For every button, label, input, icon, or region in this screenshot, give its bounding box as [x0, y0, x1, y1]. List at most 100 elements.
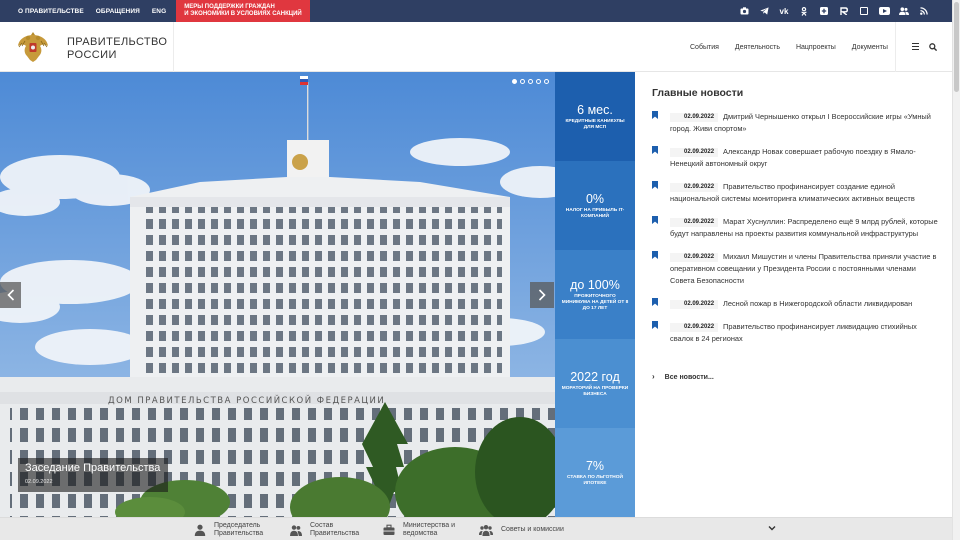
logo-line-2: РОССИИ [67, 48, 117, 61]
logo-line-1: ПРАВИТЕЛЬСТВО [67, 36, 168, 48]
nav-activity[interactable]: Деятельность [727, 44, 788, 51]
news-date: 02.09.2022 [670, 113, 719, 122]
slide-caption[interactable]: Заседание Правительства 02.09.2022 [18, 458, 168, 492]
quick-link-cabinet[interactable]: Состав Правительства [290, 521, 359, 538]
bookmark-icon [652, 146, 658, 154]
hero-slider[interactable]: ДОМ ПРАВИТЕЛЬСТВА РОССИЙСКОЙ ФЕДЕРАЦИИ [0, 72, 555, 517]
slide-caption-title: Заседание Правительства [25, 462, 161, 474]
slide-dot[interactable] [536, 79, 541, 84]
bookmark-icon [652, 181, 658, 189]
top-link-about[interactable]: О ПРАВИТЕЛЬСТВЕ [0, 8, 90, 15]
slider-next-button[interactable] [530, 282, 554, 308]
stat-value: 0% [585, 191, 605, 206]
quick-link-line-1: Министерства и [403, 522, 456, 529]
all-news-link[interactable]: › Все новости... [652, 372, 714, 381]
stat-tile-child-benefit[interactable]: до 100% ПРОЖИТОЧНОГО МИНИМУМА НА ДЕТЕЙ О… [555, 250, 635, 339]
briefcase-icon [383, 524, 395, 535]
nav-documents[interactable]: Документы [844, 44, 896, 51]
slide-caption-date: 02.09.2022 [25, 479, 53, 485]
quick-link-line-1: Состав [310, 522, 334, 529]
stat-tile-it-tax[interactable]: 0% НАЛОГ НА ПРИБЫЛЬ IT-КОМПАНИЙ [555, 161, 635, 250]
news-date: 02.09.2022 [670, 218, 719, 227]
quick-link-line-2: Правительства [310, 529, 360, 537]
stat-caption: МОРАТОРИЙ НА ПРОВЕРКИ БИЗНЕСА [561, 385, 629, 397]
nav-national-projects[interactable]: Нацпроекты [788, 44, 844, 51]
stat-caption: КРЕДИТНЫЕ КАНИКУЛЫ ДЛЯ МСП [565, 118, 625, 130]
building-sign: ДОМ ПРАВИТЕЛЬСТВА РОССИЙСКОЙ ФЕДЕРАЦИИ [108, 394, 385, 406]
slide-dot[interactable] [528, 79, 533, 84]
stat-tile-mortgage-rate[interactable]: 7% СТАВКА ПО ЛЬГОТНОЙ ИПОТЕКЕ [555, 428, 635, 517]
bookmark-icon [652, 251, 658, 259]
news-date: 02.09.2022 [670, 300, 719, 309]
search-icon[interactable] [929, 43, 937, 51]
scrollbar-thumb[interactable] [954, 2, 959, 92]
news-date: 02.09.2022 [670, 323, 719, 332]
people-icon[interactable] [894, 0, 914, 22]
nav-divider [895, 22, 896, 72]
promo-line-1: МЕРЫ ПОДДЕРЖКИ ГРАЖДАН [184, 4, 275, 10]
people-icon [479, 524, 493, 536]
quick-link-chairman[interactable]: Председатель Правительства [194, 521, 263, 538]
chevron-down-icon[interactable] [768, 524, 776, 532]
bookmark-icon [652, 111, 658, 119]
news-headline[interactable]: Лесной пожар в Нижегородской области лик… [723, 299, 912, 308]
rutube-icon[interactable] [834, 0, 854, 22]
news-date: 02.09.2022 [670, 183, 719, 192]
main-news-panel: Главные новости 02.09.2022 Дмитрий Черныш… [636, 72, 952, 517]
site-logo-text[interactable]: ПРАВИТЕЛЬСТВО РОССИИ [67, 36, 167, 61]
bottom-quick-links: Председатель Правительства Состав Правител… [0, 517, 952, 540]
quick-link-ministries[interactable]: Министерства и ведомства [383, 521, 455, 538]
bookmark-icon [652, 216, 658, 224]
rss-icon[interactable] [914, 0, 934, 22]
group-icon [290, 524, 302, 536]
youtube-icon[interactable] [874, 0, 894, 22]
camera-icon[interactable] [734, 0, 754, 22]
chevron-right-icon: › [652, 372, 655, 381]
slide-dot[interactable] [544, 79, 549, 84]
social-links: vk [734, 0, 952, 22]
stat-caption: СТАВКА ПО ЛЬГОТНОЙ ИПОТЕКЕ [567, 474, 623, 486]
stat-value: до 100% [570, 277, 620, 292]
quick-link-line-2: ведомства [403, 529, 438, 537]
stat-tile-credit-holidays[interactable]: 6 мес. КРЕДИТНЫЕ КАНИКУЛЫ ДЛЯ МСП [555, 72, 635, 161]
support-measures-column: 6 мес. КРЕДИТНЫЕ КАНИКУЛЫ ДЛЯ МСП 0% НАЛ… [555, 72, 635, 517]
bookmark-icon [652, 321, 658, 329]
quick-link-line-1: Советы и комиссии [501, 525, 564, 533]
news-date: 02.09.2022 [670, 253, 719, 262]
all-news-label: Все новости... [664, 374, 714, 381]
odnoklassniki-icon[interactable] [794, 0, 814, 22]
quick-link-councils[interactable]: Советы и комиссии [479, 521, 564, 538]
government-house-photo: ДОМ ПРАВИТЕЛЬСТВА РОССИЙСКОЙ ФЕДЕРАЦИИ [0, 72, 555, 517]
slider-dots [512, 79, 552, 84]
chevron-left-icon [6, 289, 14, 301]
page-scrollbar[interactable] [952, 0, 960, 540]
stat-tile-inspection-moratorium[interactable]: 2022 год МОРАТОРИЙ НА ПРОВЕРКИ БИЗНЕСА [555, 339, 635, 428]
top-link-eng[interactable]: ENG [146, 8, 172, 15]
main-nav: События Деятельность Нацпроекты Документ… [682, 22, 896, 72]
stat-value: 6 мес. [577, 102, 613, 117]
slider-prev-button[interactable] [0, 282, 21, 308]
bookmark-icon [652, 298, 658, 306]
hamburger-menu-icon[interactable] [912, 43, 919, 50]
main-news-title: Главные новости [652, 87, 744, 99]
slide-dot[interactable] [520, 79, 525, 84]
stat-value: 2022 год [570, 369, 620, 384]
sanctions-support-link[interactable]: МЕРЫ ПОДДЕРЖКИ ГРАЖДАН И ЭКОНОМИКИ В УСЛ… [176, 0, 310, 22]
nav-events[interactable]: События [682, 44, 727, 51]
plus-icon[interactable] [814, 0, 834, 22]
person-icon [194, 524, 206, 536]
stat-caption: ПРОЖИТОЧНОГО МИНИМУМА НА ДЕТЕЙ ОТ 8 ДО 1… [561, 293, 629, 311]
coat-of-arms-icon[interactable] [15, 29, 51, 65]
promo-line-2: И ЭКОНОМИКИ В УСЛОВИЯХ САНКЦИЙ [184, 11, 302, 17]
top-bar: О ПРАВИТЕЛЬСТВЕ ОБРАЩЕНИЯ ENG МЕРЫ ПОДДЕ… [0, 0, 952, 22]
vk-icon[interactable]: vk [774, 0, 794, 22]
telegram-icon[interactable] [754, 0, 774, 22]
quick-link-line-1: Председатель [214, 522, 261, 529]
stat-caption: НАЛОГ НА ПРИБЫЛЬ IT-КОМПАНИЙ [565, 207, 625, 219]
yandex-zen-icon[interactable] [854, 0, 874, 22]
top-link-appeals[interactable]: ОБРАЩЕНИЯ [90, 8, 146, 15]
chevron-right-icon [538, 289, 546, 301]
site-header: ПРАВИТЕЛЬСТВО РОССИИ События Деятельност… [0, 22, 952, 72]
slide-dot[interactable] [512, 79, 517, 84]
stat-value: 7% [585, 458, 605, 473]
